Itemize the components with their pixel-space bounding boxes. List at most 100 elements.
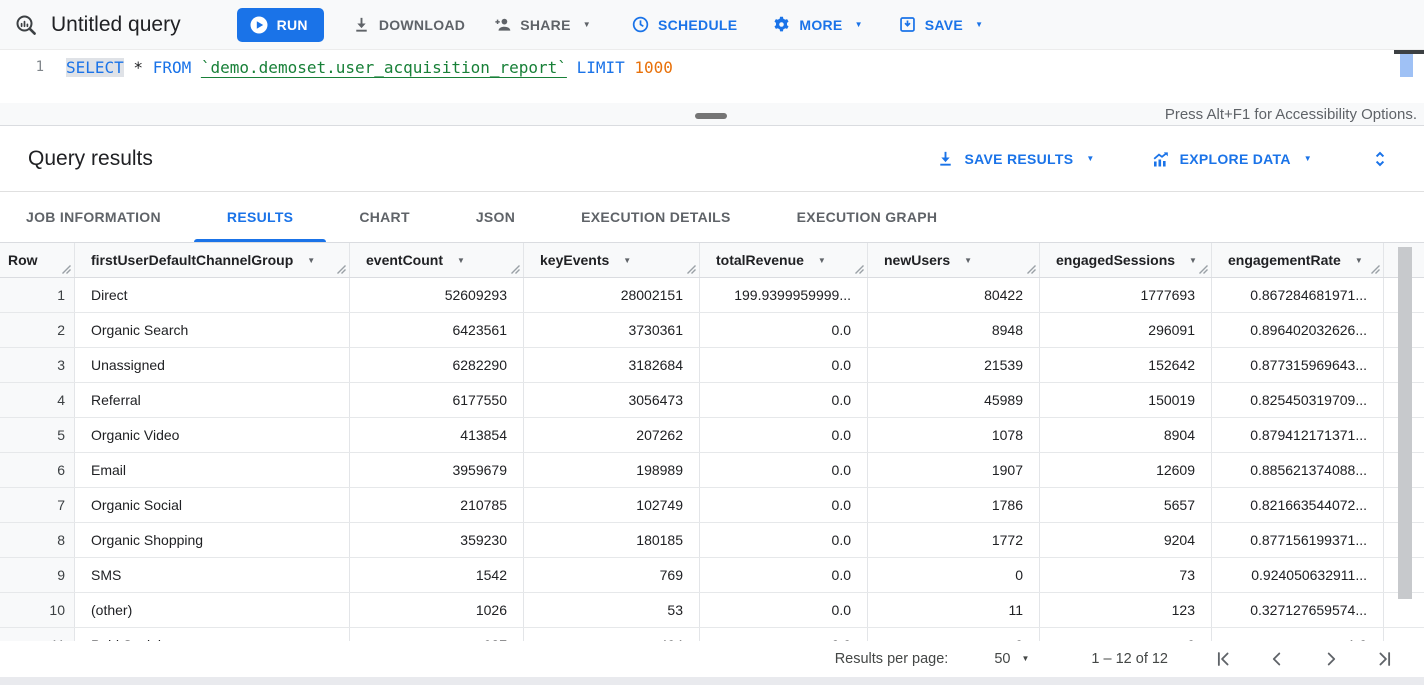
tab-execution-details[interactable]: EXECUTION DETAILS [548, 192, 764, 242]
tab-results[interactable]: RESULTS [194, 192, 326, 242]
editor-scrollbar-thumb[interactable] [1400, 54, 1413, 77]
sql-token-plain: * [124, 58, 153, 77]
page-range: 1 – 12 of 12 [1091, 651, 1168, 667]
splitter-handle[interactable] [695, 113, 727, 119]
sql-editor[interactable]: 1 SELECT * FROM `demo.demoset.user_acqui… [0, 50, 1424, 103]
table-cell: 1786 [868, 488, 1040, 522]
column-menu-icon[interactable]: ▼ [1189, 256, 1197, 265]
column-resize-icon[interactable] [1370, 264, 1380, 274]
tab-chart[interactable]: CHART [326, 192, 443, 242]
share-button[interactable]: SHARE ▼ [493, 8, 591, 42]
accessibility-bar: Press Alt+F1 for Accessibility Options. [0, 103, 1424, 126]
table-scrollbar-thumb[interactable] [1398, 247, 1412, 599]
column-menu-icon[interactable]: ▼ [623, 256, 631, 265]
expand-collapse-button[interactable] [1370, 149, 1390, 169]
tab-job-information[interactable]: JOB INFORMATION [0, 192, 194, 242]
table-cell: 296091 [1040, 313, 1212, 347]
first-page-button[interactable] [1212, 648, 1234, 670]
column-label: engagedSessions [1056, 252, 1175, 268]
table-cell: 0.0 [700, 453, 868, 487]
explore-data-label: EXPLORE DATA [1180, 151, 1291, 167]
column-menu-icon[interactable]: ▼ [307, 256, 315, 265]
save-results-button[interactable]: SAVE RESULTS ▼ [936, 149, 1094, 168]
chevron-down-icon: ▼ [583, 21, 591, 29]
table-cell: 199.9399959999... [700, 278, 868, 312]
column-resize-icon[interactable] [336, 264, 346, 274]
column-header-eventCount[interactable]: eventCount▼ [350, 243, 524, 277]
table-cell: 413854 [350, 418, 524, 452]
table-cell: 11 [868, 593, 1040, 627]
column-header-firstUserDefaultChannelGroup[interactable]: firstUserDefaultChannelGroup▼ [75, 243, 350, 277]
chevron-down-icon: ▼ [1086, 155, 1094, 163]
column-header-newUsers[interactable]: newUsers▼ [868, 243, 1040, 277]
table-cell: 0.879412171371... [1212, 418, 1384, 452]
column-header-engagedSessions[interactable]: engagedSessions ▼ [1040, 243, 1212, 277]
column-resize-icon[interactable] [61, 264, 71, 274]
table-header: RowfirstUserDefaultChannelGroup▼eventCou… [0, 243, 1424, 278]
column-menu-icon[interactable]: ▼ [818, 256, 826, 265]
pager [1212, 648, 1396, 670]
table-cell: 0.0 [700, 348, 868, 382]
download-button[interactable]: DOWNLOAD [352, 8, 465, 42]
table-cell: 3959679 [350, 453, 524, 487]
save-button[interactable]: SAVE ▼ [898, 8, 984, 42]
page-size-select[interactable]: 50 ▼ [994, 651, 1029, 667]
table-body: 1Direct5260929328002151199.9399959999...… [0, 278, 1424, 641]
table-row: 8Organic Shopping3592301801850.017729204… [0, 523, 1424, 558]
chevron-down-icon: ▼ [975, 21, 983, 29]
run-button[interactable]: RUN [237, 8, 324, 42]
table-cell: Email [75, 453, 350, 487]
row-number: 7 [0, 488, 75, 522]
table-cell: 0.0 [700, 558, 868, 592]
save-label: SAVE [925, 17, 963, 33]
previous-page-button[interactable] [1266, 648, 1288, 670]
more-button[interactable]: MORE ▼ [772, 8, 862, 42]
table-cell: 3056473 [524, 383, 700, 417]
tab-execution-graph[interactable]: EXECUTION GRAPH [764, 192, 971, 242]
table-cell: 6177550 [350, 383, 524, 417]
table-cell: 0.327127659574... [1212, 593, 1384, 627]
column-header-totalRevenue[interactable]: totalRevenue▼ [700, 243, 868, 277]
chevron-down-icon: ▼ [855, 21, 863, 29]
table-cell: 150019 [1040, 383, 1212, 417]
table-cell: 45989 [868, 383, 1040, 417]
next-page-button[interactable] [1320, 648, 1342, 670]
column-menu-icon[interactable]: ▼ [1355, 256, 1363, 265]
table-cell: 12609 [1040, 453, 1212, 487]
column-header-engagementRate[interactable]: engagementRate▼ [1212, 243, 1384, 277]
column-resize-icon[interactable] [854, 264, 864, 274]
table-row: 3Unassigned628229031826840.0215391526420… [0, 348, 1424, 383]
last-page-button[interactable] [1374, 648, 1396, 670]
table-cell: 9 [868, 628, 1040, 641]
run-label: RUN [277, 17, 308, 33]
table-cell: 0.0 [700, 418, 868, 452]
query-results-title: Query results [28, 147, 153, 171]
table-cell: 73 [1040, 558, 1212, 592]
explore-data-button[interactable]: EXPLORE DATA ▼ [1151, 149, 1312, 169]
column-resize-icon[interactable] [1198, 264, 1208, 274]
table-cell: (other) [75, 593, 350, 627]
sql-token-keyword: LIMIT [577, 58, 625, 77]
table-row: 7Organic Social2107851027490.0178656570.… [0, 488, 1424, 523]
editor-toolbar: Untitled query RUN DOWNLOAD SHARE ▼ SCHE… [0, 0, 1424, 50]
row-number: 1 [0, 278, 75, 312]
table-cell: 1026 [350, 593, 524, 627]
table-cell: 6282290 [350, 348, 524, 382]
tab-json[interactable]: JSON [443, 192, 548, 242]
table-row: 11Paid Social9374940.0991.0 [0, 628, 1424, 641]
schedule-button[interactable]: SCHEDULE [631, 8, 737, 42]
pagination-bar: Results per page: 50 ▼ 1 – 12 of 12 [0, 641, 1424, 677]
column-resize-icon[interactable] [510, 264, 520, 274]
table-cell: 937 [350, 628, 524, 641]
table-cell: 769 [524, 558, 700, 592]
chevron-right-icon [1320, 648, 1342, 670]
table-cell: SMS [75, 558, 350, 592]
column-header-Row[interactable]: Row [0, 243, 75, 277]
column-resize-icon[interactable] [1026, 264, 1036, 274]
column-header-keyEvents[interactable]: keyEvents▼ [524, 243, 700, 277]
column-menu-icon[interactable]: ▼ [457, 256, 465, 265]
column-menu-icon[interactable]: ▼ [964, 256, 972, 265]
table-cell: Unassigned [75, 348, 350, 382]
table-cell: 1907 [868, 453, 1040, 487]
column-resize-icon[interactable] [686, 264, 696, 274]
